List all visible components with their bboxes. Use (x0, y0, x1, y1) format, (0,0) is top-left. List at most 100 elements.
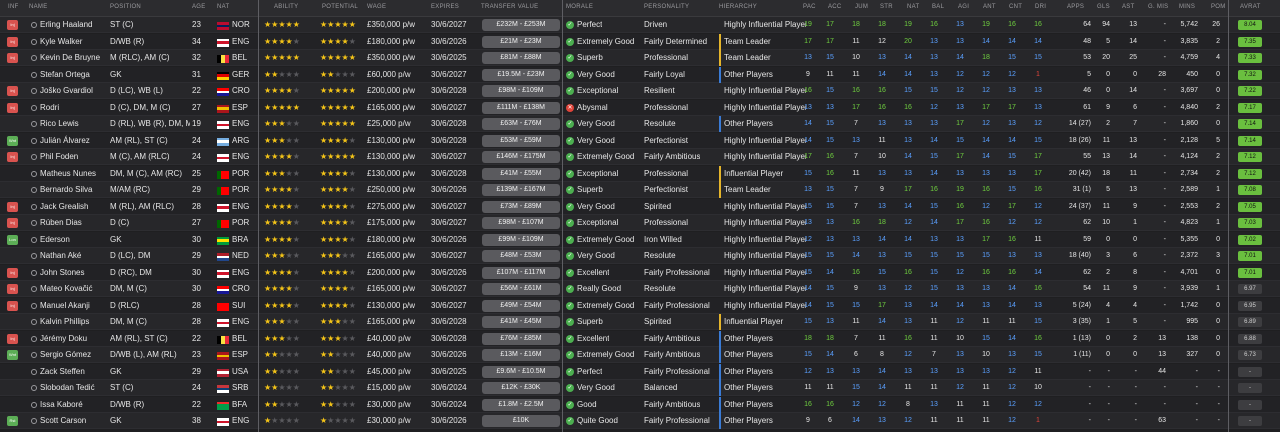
column-header[interactable]: POSITION (110, 4, 141, 10)
status-badge[interactable]: Inj (7, 152, 18, 162)
column-header[interactable]: GLS (1097, 4, 1110, 10)
table-row[interactable]: Zack Steffen GK 29 USA ★★★★★ ★★★★★ £45,000 p/w… (0, 363, 1280, 380)
column-header[interactable]: NAT (217, 4, 229, 10)
table-row[interactable]: Inj Joško Gvardiol D (LC), WB (L) 22 CRO ★★★★… (0, 83, 1280, 99)
column-header[interactable]: HIERARCHY (719, 4, 757, 10)
table-row[interactable]: Inj Jack Grealish M (RL), AM (RLC) 28 ENG ★★★… (0, 198, 1280, 215)
player-name[interactable]: Matheus Nunes (40, 166, 108, 182)
table-row[interactable]: Kalvin Phillips DM, M (C) 28 ENG ★★★★★ ★★★★★ £… (0, 314, 1280, 330)
column-header[interactable]: ABILITY (274, 4, 298, 10)
status-badge[interactable]: Inj (7, 36, 18, 47)
column-header[interactable]: MINS (1179, 4, 1195, 10)
player-name[interactable]: Rúben Dias (40, 215, 108, 231)
status-badge[interactable]: Inj (7, 300, 18, 311)
column-header[interactable]: PERSONALITY (644, 4, 689, 10)
status-badge[interactable]: Inj (7, 267, 18, 278)
player-name[interactable]: Manuel Akanji (40, 298, 108, 314)
table-row[interactable]: Inj Manuel Akanji D (RLC) 28 SUI ★★★★★ ★★★★★ £1… (0, 297, 1280, 314)
column-header[interactable]: NAME (29, 4, 48, 10)
player-name[interactable]: Sergio Gómez (40, 347, 108, 363)
table-row[interactable]: Bernardo Silva M/AM (RC) 29 POR ★★★★★ ★★★★★ £2… (0, 182, 1280, 198)
status-badge[interactable]: Inj (7, 86, 18, 96)
column-header[interactable]: POM (1211, 4, 1226, 10)
player-icon (31, 22, 37, 28)
column-header[interactable]: NAT (907, 4, 919, 10)
stat-apps: 62 (1083, 268, 1091, 276)
status-badge[interactable]: Wnt (7, 135, 18, 146)
column-header[interactable]: ANT (983, 4, 996, 10)
column-header[interactable]: ACC (828, 4, 842, 10)
status-badge[interactable]: Inj (7, 201, 18, 212)
table-row[interactable]: Matheus Nunes DM, M (C), AM (RC) 25 POR ★★★★… (0, 165, 1280, 182)
player-name[interactable]: Nathan Aké (40, 248, 108, 264)
player-name[interactable]: Julián Álvarez (40, 133, 108, 149)
player-name[interactable]: Scott Carson (40, 413, 108, 429)
player-name[interactable]: Erling Haaland (40, 17, 108, 33)
player-name[interactable]: Ederson (40, 232, 108, 248)
table-row[interactable]: Lon Ederson GK 30 BRA ★★★★★ ★★★★★ £180,000 p/w 3… (0, 231, 1280, 248)
table-row[interactable]: Slobodan Tedić ST (C) 24 SRB ★★★★★ ★★★★★ £15,0… (0, 380, 1280, 396)
table-row[interactable]: Issa Kaboré D/WB (R) 22 BFA ★★★★★ ★★★★★ £30,00… (0, 396, 1280, 413)
table-row[interactable]: Wnt Julián Álvarez AM (RL), ST (C) 24 ARG ★★★… (0, 132, 1280, 149)
player-name[interactable]: Kyle Walker (40, 34, 108, 50)
column-header[interactable]: JUM (855, 4, 868, 10)
column-header[interactable]: AGI (958, 4, 969, 10)
table-row[interactable]: Inj John Stones D (RC), DM 30 ENG ★★★★★ ★★★★★ £… (0, 264, 1280, 281)
column-header[interactable]: AVRAT (1240, 4, 1261, 10)
column-header[interactable]: PAC (803, 4, 816, 10)
table-row[interactable]: Rico LewisD (RL), WB (R), DM, M...19 ENG ★… (0, 116, 1280, 132)
column-header[interactable]: G. MIS (1148, 4, 1168, 10)
player-name[interactable]: John Stones (40, 265, 108, 281)
column-header[interactable]: AGE (192, 4, 206, 10)
column-header[interactable]: BAL (932, 4, 944, 10)
player-name[interactable]: Kalvin Phillips (40, 314, 108, 330)
player-name[interactable]: Zack Steffen (40, 364, 108, 380)
status-badge[interactable]: Rst (7, 416, 18, 426)
column-header[interactable]: POTENTIAL (322, 4, 358, 10)
column-header[interactable]: MORALE (566, 4, 593, 10)
table-row[interactable]: Inj Phil Foden M (C), AM (RLC) 24 ENG ★★★★★ ★★… (0, 149, 1280, 165)
player-name[interactable]: Joško Gvardiol (40, 83, 108, 99)
status-badge[interactable]: Inj (7, 333, 18, 344)
column-header[interactable]: WAGE (367, 4, 386, 10)
table-row[interactable]: Nathan Aké D (LC), DM 29 NED ★★★★★ ★★★★★ £165,… (0, 248, 1280, 264)
player-name[interactable]: Bernardo Silva (40, 182, 108, 198)
column-header[interactable]: APPS (1067, 4, 1084, 10)
table-row[interactable]: Inj Jérémy Doku AM (RL), ST (C) 22 BEL ★★★★★ ★… (0, 330, 1280, 347)
table-row[interactable]: Inj Mateo Kovačić DM, M (C) 30 CRO ★★★★★ ★★★★★… (0, 281, 1280, 297)
status-badge[interactable]: Inj (7, 20, 18, 30)
table-row[interactable]: Inj Kevin De Bruyne M (RLC), AM (C) 32 BEL ★★… (0, 50, 1280, 66)
status-badge[interactable]: Lon (7, 234, 18, 245)
table-row[interactable]: Wnt Sergio Gómez D/WB (L), AM (RL) 23 ESP ★★★… (0, 347, 1280, 363)
attribute-value: 12 (956, 384, 964, 391)
table-row[interactable]: Inj Kyle Walker D/WB (R) 34 ENG ★★★★★ ★★★★★ £18… (0, 33, 1280, 50)
table-row[interactable]: Stefan Ortega GK 31 GER ★★★★★ ★★★★★ £60,000 p/… (0, 66, 1280, 83)
player-name[interactable]: Mateo Kovačić (40, 281, 108, 297)
table-row[interactable]: Inj Rodri D (C), DM, M (C) 27 ESP ★★★★★ ★★★★★ £… (0, 99, 1280, 116)
player-nationality: USA (232, 366, 249, 376)
player-name[interactable]: Slobodan Tedić (40, 380, 108, 396)
player-name[interactable]: Jack Grealish (40, 199, 108, 215)
status-badge[interactable]: Wnt (7, 350, 18, 360)
status-badge[interactable]: Inj (7, 102, 18, 113)
player-name[interactable]: Kevin De Bruyne (40, 50, 108, 66)
column-header[interactable]: EXPIRES (431, 4, 459, 10)
status-badge[interactable]: Inj (7, 218, 18, 228)
table-row[interactable]: Inj Erling Haaland ST (C) 23 NOR ★★★★★ ★★★★★ £3… (0, 17, 1280, 33)
column-header[interactable]: AST (1122, 4, 1135, 10)
status-badge[interactable]: Inj (7, 284, 18, 294)
column-header[interactable]: TRANSFER VALUE (481, 4, 538, 10)
player-name[interactable]: Stefan Ortega (40, 67, 108, 83)
column-header[interactable]: CNT (1009, 4, 1022, 10)
table-row[interactable]: Inj Rúben Dias D (C) 27 POR ★★★★★ ★★★★★ £175,00… (0, 215, 1280, 231)
player-name[interactable]: Rico Lewis (40, 116, 108, 132)
status-badge[interactable]: Inj (7, 53, 18, 63)
player-name[interactable]: Issa Kaboré (40, 397, 108, 413)
column-header[interactable]: DRI (1035, 4, 1046, 10)
player-name[interactable]: Rodri (40, 100, 108, 116)
table-row[interactable]: Rst Scott Carson GK 38 ENG ★★★★★ ★★★★★ £30,000 … (0, 413, 1280, 429)
column-header[interactable]: INF (8, 4, 19, 10)
column-header[interactable]: STR (880, 4, 893, 10)
player-name[interactable]: Phil Foden (40, 149, 108, 165)
player-name[interactable]: Jérémy Doku (40, 331, 108, 347)
